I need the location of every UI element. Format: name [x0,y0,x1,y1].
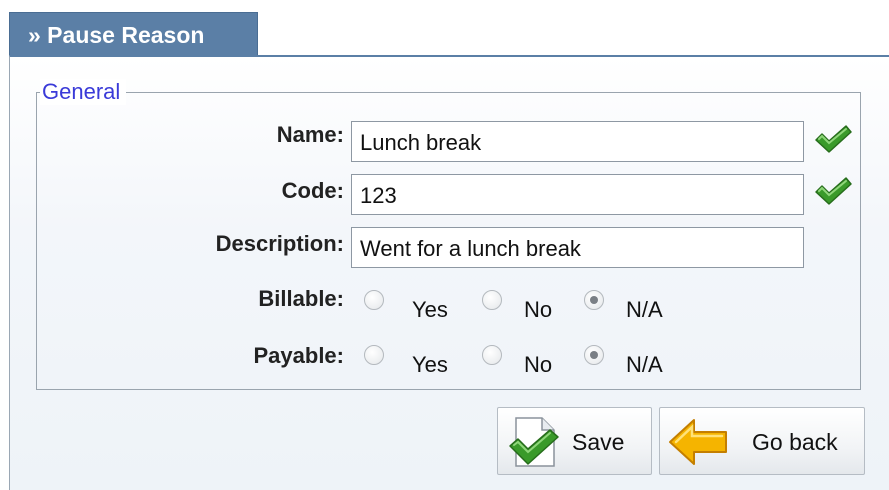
payable-yes-label: Yes [412,352,448,377]
panel-title: » Pause Reason [28,22,205,48]
code-label: Code: [281,178,344,203]
save-button-label: Save [572,429,625,455]
payable-no-radio[interactable] [482,345,502,365]
go-back-button-label: Go back [752,429,838,455]
billable-na-label: N/A [626,297,663,322]
payable-yes-radio[interactable] [364,345,384,365]
name-label: Name: [276,122,344,147]
payable-na-radio[interactable] [584,345,604,365]
payable-label: Payable: [253,343,345,368]
go-back-button[interactable]: Go back [659,407,865,475]
name-valid-check-icon [815,125,852,153]
billable-yes-radio[interactable] [364,290,384,310]
save-button[interactable]: Save [497,407,652,475]
billable-na-radio[interactable] [584,290,604,310]
billable-yes-label: Yes [412,297,448,322]
code-field[interactable] [351,174,804,215]
name-field[interactable] [351,121,804,162]
code-valid-check-icon [815,177,852,205]
description-field[interactable] [351,227,804,268]
fieldset-legend: General [40,79,127,105]
billable-no-radio[interactable] [482,290,502,310]
save-document-check-icon [509,417,559,467]
back-arrow-icon [669,419,727,465]
panel-title-tab: » Pause Reason [9,12,258,56]
payable-na-label: N/A [626,352,663,377]
billable-no-label: No [524,297,553,322]
description-label: Description: [215,231,344,256]
billable-label: Billable: [258,286,344,311]
payable-no-label: No [524,352,553,377]
